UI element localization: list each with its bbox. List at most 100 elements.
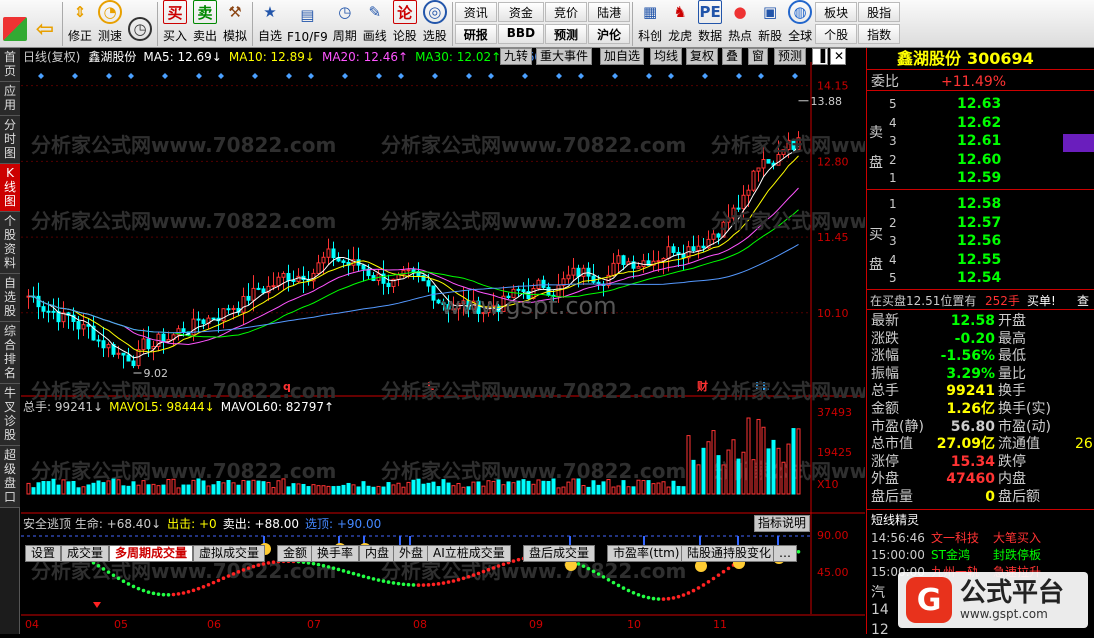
order-book-row: 1 12.59 [867,169,1094,187]
grid-button[interactable]: BBD [497,24,545,44]
side-tab-char: 盘 [3,476,16,490]
quote-label-right: 最高 [998,330,1026,347]
tbr-0-button[interactable]: ▦ 科创 [635,0,665,47]
论股-glyph-icon: 论 [392,0,417,24]
grid-button[interactable]: 研报 [454,24,497,44]
grid-button[interactable]: 资金 [497,2,545,22]
order-book-row: 2 12.60 [867,151,1094,169]
tbr-2-button[interactable]: PE 数据 [695,0,725,47]
side-tab[interactable]: 个股资料 [0,212,20,274]
sprite-row[interactable]: 14:56:46 文一科技 大笔买入 [867,529,1094,547]
tb-4-button[interactable]: ◷ [125,0,155,47]
grid-button[interactable]: 板块 [815,2,858,22]
panel-tab[interactable]: 虚拟成交量 [193,545,266,562]
grid-button[interactable]: 资讯 [454,2,497,22]
grid-button[interactable]: 陆港 [588,2,631,22]
side-tab[interactable]: 应用 [0,82,20,116]
period-icon: ◷ [338,3,352,21]
quote-value: -1.56% [940,348,995,365]
ipo-icon: ▣ [762,3,778,21]
side-tab[interactable]: 分时图 [0,116,20,164]
candles [26,131,801,369]
tbr-1-button[interactable]: ♞ 龙虎 [665,0,695,47]
event-diamond-icon [196,73,202,79]
side-tab[interactable]: 超级盘口 [0,446,20,508]
tb-12-button[interactable]: 论论股 [390,0,420,47]
event-diamond-icon [758,73,764,79]
x-axis-label: 07 [307,618,321,631]
price: 12.61 [957,133,1002,149]
buy-arrow-icon [93,602,101,608]
toolbar-grid: 资讯 资金 竞价 陆港研报 BBD 预测 沪伦 [454,0,631,46]
quote-row: 涨停 15.34 跌停 [867,453,1094,471]
tb-2-button[interactable]: ⇕ 修正 [65,0,95,47]
tb-0-button[interactable] [0,0,30,47]
chart-icon: ▦ [642,3,658,21]
side-tab[interactable]: 综合排名 [0,322,20,384]
sprite-row[interactable]: 15:00:00 ST金鸿 封跌停板 [867,546,1094,564]
panel-tab[interactable]: 市盈率(ttm) [607,545,686,562]
quote-row: 盘后量 0 盘后额 [867,488,1094,506]
tb-5-button[interactable]: 买买入 [160,0,190,47]
panel-tab[interactable]: 多周期成交量 [109,545,194,562]
panel-tab[interactable]: 设置 [25,545,62,562]
event-diamond-icon [252,73,258,79]
tb-11-button[interactable]: ✎ 画线 [360,0,390,47]
order-book-row: 5 12.54 [867,269,1094,287]
panel-tab[interactable]: 外盘 [393,545,430,562]
panel-tab[interactable]: 成交量 [61,545,110,562]
sprite-name: 文一科技 [931,531,980,545]
sprite-event: 大笔买入 [993,531,1042,545]
side-tab[interactable]: K线图 [0,164,20,212]
tbr-5-button[interactable]: ◍ 全球 [785,0,815,47]
event-diamond-icon [38,73,44,79]
panel-tab[interactable]: … [773,545,797,562]
grid-button[interactable]: 竞价 [545,2,588,22]
toolbar-label: 论股 [392,29,417,43]
x-axis-label: 11 [713,618,727,631]
tb-10-button[interactable]: ◷ 周期 [330,0,360,47]
side-tab-char: 综 [3,324,16,338]
grid-button[interactable]: 指数 [858,24,901,44]
side-tab[interactable]: 首页 [0,48,20,82]
tb-1-button[interactable]: ⇦ [30,0,60,47]
panel-tab[interactable]: 换手率 [311,545,360,562]
买入-glyph-icon: 买 [163,0,187,24]
event-diamond-icon [556,73,562,79]
卖出-glyph-icon: 卖 [193,0,217,24]
panel-tab[interactable]: 金额 [277,545,314,562]
hot-icon: ● [733,3,747,21]
quote-value: 0 [985,489,995,505]
quote-label-right: 量比 [998,365,1026,382]
toolbar-label: F10/F9 [287,30,328,44]
toolbar-separator [62,2,63,46]
tb-9-button[interactable]: ▤ F10/F9 [285,0,330,47]
tb-6-button[interactable]: 卖卖出 [190,0,220,47]
side-tab-char: 时 [3,132,16,146]
panel-tab[interactable]: 内盘 [359,545,396,562]
grid-button[interactable]: 个股 [815,24,858,44]
tb-7-button[interactable]: ⚒ 模拟 [220,0,250,47]
event-diamond-icon [308,73,314,79]
price: 12.59 [957,170,1002,186]
grid-button[interactable]: 预测 [545,24,588,44]
panel-tab[interactable]: 盘后成交量 [523,545,596,562]
notice-row[interactable]: 在买盘12.51位置有 252手 买单! 查 [867,292,1094,310]
tb-13-button[interactable]: ◎ 选股 [420,0,450,47]
tb-8-button[interactable]: ★ 自选 [255,0,285,47]
grid-button[interactable]: 沪伦 [588,24,631,44]
panel-tab[interactable]: AI立桩成交量 [427,545,511,562]
side-tab[interactable]: 自选股 [0,274,20,322]
indicator-explain-button[interactable]: 指标说明 [754,515,811,532]
side-tab-char: 股 [3,228,16,242]
order-book-row: 4 12.55 [867,251,1094,269]
grid-button[interactable]: 股指 [858,2,901,22]
tbr-3-button[interactable]: ● 热点 [725,0,755,47]
tbr-4-button[interactable]: ▣ 新股 [755,0,785,47]
side-tabs: 首页应用分时图K线图个股资料自选股综合排名牛叉诊股超级盘口 [0,48,20,634]
event-diamond-icon [736,73,742,79]
tb-3-button[interactable]: ◔ 测速 [95,0,125,47]
side-tab-char: 合 [3,338,16,352]
side-tab[interactable]: 牛叉诊股 [0,384,20,446]
panel-tab[interactable]: 陆股通持股变化 [681,545,778,562]
